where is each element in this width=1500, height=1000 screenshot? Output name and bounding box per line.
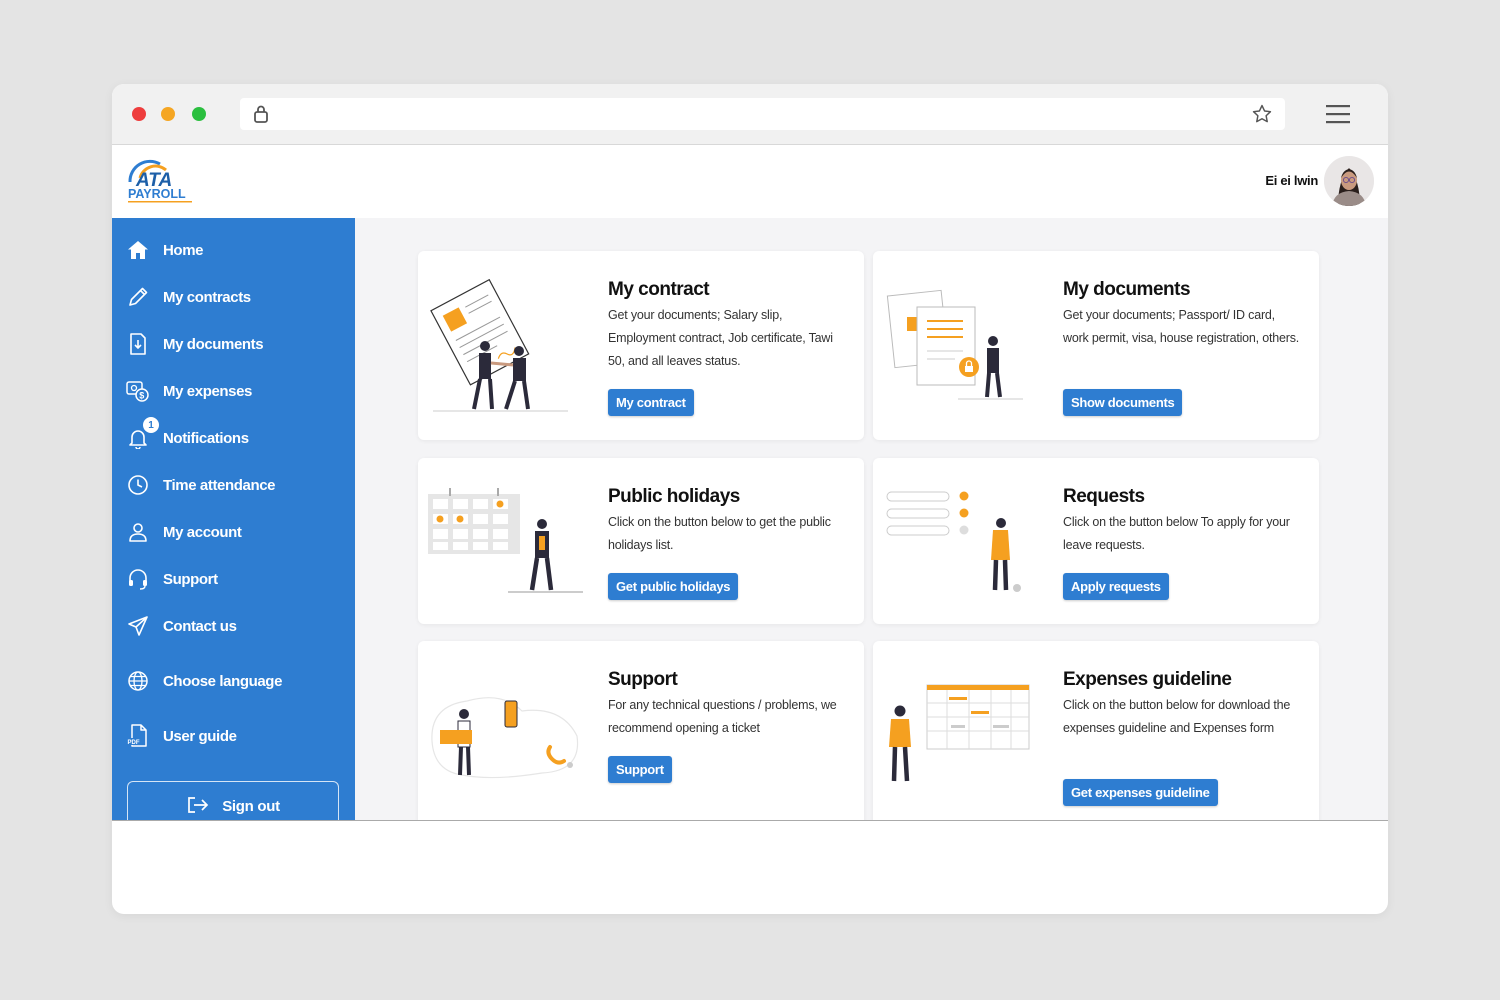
apply-requests-button[interactable]: Apply requests bbox=[1063, 573, 1169, 600]
sidebar-item-label: User guide bbox=[163, 727, 237, 745]
home-icon bbox=[126, 238, 150, 262]
card-title: My documents bbox=[1063, 279, 1191, 300]
minimize-window-button[interactable] bbox=[161, 107, 175, 121]
card-description: Get your documents; Passport/ ID card, w… bbox=[1063, 308, 1300, 345]
support-button[interactable]: Support bbox=[608, 756, 672, 783]
card-description: Get your documents; Salary slip, Employm… bbox=[608, 308, 833, 368]
notification-count-badge: 1 bbox=[143, 417, 159, 433]
card-expenses-guideline: Expenses guideline Click on the button b… bbox=[873, 641, 1319, 820]
card-my-documents: My documents Get your documents; Passpor… bbox=[873, 251, 1319, 440]
card-title: My contract bbox=[608, 279, 710, 300]
expenses-icon: $ bbox=[126, 379, 150, 403]
pdf-icon: PDF bbox=[126, 724, 150, 748]
headset-icon bbox=[126, 567, 150, 591]
ata-payroll-logo[interactable]: ATA PAYROLL bbox=[126, 158, 198, 206]
paper-plane-icon bbox=[126, 614, 150, 638]
browser-window: ATA PAYROLL Ei ei lwin Home My contracts… bbox=[112, 84, 1388, 914]
contract-illustration bbox=[428, 271, 578, 421]
requests-illustration bbox=[885, 474, 1035, 604]
card-description: Click on the button below To apply for y… bbox=[1063, 515, 1290, 552]
card-my-contract: My contract Get your documents; Salary s… bbox=[418, 251, 864, 440]
sidebar-item-label: Home bbox=[163, 241, 204, 259]
sidebar-item-contact-us[interactable]: Contact us bbox=[112, 608, 355, 644]
globe-icon bbox=[126, 669, 150, 693]
sidebar-item-label: My contracts bbox=[163, 288, 251, 306]
sidebar-item-label: Support bbox=[163, 570, 218, 588]
card-title: Public holidays bbox=[608, 486, 740, 507]
page-bottom-divider bbox=[112, 820, 1388, 821]
browser-toolbar bbox=[112, 84, 1388, 145]
expenses-guideline-illustration bbox=[885, 681, 1035, 796]
user-avatar[interactable] bbox=[1324, 156, 1374, 206]
support-illustration bbox=[422, 681, 587, 796]
show-documents-button[interactable]: Show documents bbox=[1063, 389, 1183, 416]
card-support: Support For any technical questions / pr… bbox=[418, 641, 864, 820]
svg-text:$: $ bbox=[139, 391, 144, 401]
sidebar-item-choose-language[interactable]: Choose language bbox=[112, 663, 355, 699]
pencil-icon bbox=[126, 285, 150, 309]
get-expenses-guideline-button[interactable]: Get expenses guideline bbox=[1063, 779, 1218, 806]
sidebar-item-my-documents[interactable]: My documents bbox=[112, 326, 355, 362]
user-name: Ei ei lwin bbox=[1265, 173, 1318, 188]
sidebar-item-my-account[interactable]: My account bbox=[112, 514, 355, 550]
user-icon bbox=[126, 520, 150, 544]
logo-text-bottom: PAYROLL bbox=[128, 187, 186, 201]
sidebar-item-label: Notifications bbox=[163, 429, 249, 447]
menu-icon[interactable] bbox=[1326, 104, 1350, 129]
sidebar-item-label: Time attendance bbox=[163, 476, 276, 494]
card-description: Click on the button below for download t… bbox=[1063, 698, 1291, 735]
card-public-holidays: Public holidays Click on the button belo… bbox=[418, 458, 864, 624]
svg-text:PDF: PDF bbox=[128, 740, 140, 746]
maximize-window-button[interactable] bbox=[192, 107, 206, 121]
lock-icon bbox=[253, 104, 269, 129]
card-title: Support bbox=[608, 669, 678, 690]
card-title: Expenses guideline bbox=[1063, 669, 1232, 690]
sidebar-item-label: My account bbox=[163, 523, 242, 541]
card-description: For any technical questions / problems, … bbox=[608, 698, 837, 735]
card-requests: Requests Click on the button below To ap… bbox=[873, 458, 1319, 624]
card-description: Click on the button below to get the pub… bbox=[608, 515, 831, 552]
app-header: ATA PAYROLL Ei ei lwin bbox=[112, 145, 1388, 218]
bookmark-star-icon[interactable] bbox=[1251, 103, 1273, 130]
sign-out-label: Sign out bbox=[222, 798, 280, 815]
sidebar-item-home[interactable]: Home bbox=[112, 232, 355, 268]
my-contract-button[interactable]: My contract bbox=[608, 389, 694, 416]
sidebar-item-time-attendance[interactable]: Time attendance bbox=[112, 467, 355, 503]
documents-illustration bbox=[883, 271, 1033, 421]
sidebar-item-user-guide[interactable]: PDF User guide bbox=[112, 718, 355, 754]
sidebar-item-support[interactable]: Support bbox=[112, 561, 355, 597]
document-download-icon bbox=[126, 332, 150, 356]
clock-icon bbox=[126, 473, 150, 497]
get-public-holidays-button[interactable]: Get public holidays bbox=[608, 573, 739, 600]
main-content: My contract Get your documents; Salary s… bbox=[355, 218, 1388, 820]
sidebar: Home My contracts My documents $ My expe… bbox=[112, 218, 355, 831]
sidebar-item-label: My expenses bbox=[163, 382, 252, 400]
calendar-illustration bbox=[428, 474, 588, 604]
sidebar-item-my-expenses[interactable]: $ My expenses bbox=[112, 373, 355, 409]
sidebar-item-label: Choose language bbox=[163, 672, 283, 690]
sign-out-icon bbox=[186, 795, 210, 819]
card-title: Requests bbox=[1063, 486, 1145, 507]
close-window-button[interactable] bbox=[132, 107, 146, 121]
sidebar-item-my-contracts[interactable]: My contracts bbox=[112, 279, 355, 315]
sidebar-item-notifications[interactable]: 1 Notifications bbox=[112, 417, 355, 456]
sidebar-item-label: Contact us bbox=[163, 617, 237, 635]
sign-out-button[interactable]: Sign out bbox=[127, 781, 339, 831]
sidebar-item-label: My documents bbox=[163, 335, 264, 353]
address-bar[interactable] bbox=[240, 98, 1285, 130]
